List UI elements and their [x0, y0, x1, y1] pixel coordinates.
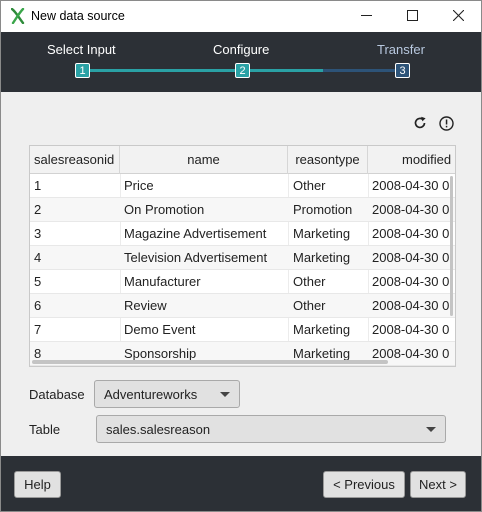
step-number-1: 1 — [75, 63, 90, 78]
cell-salesreasonid: 3 — [34, 226, 42, 241]
cell-modified: 2008-04-30 0 — [372, 202, 450, 217]
cell-salesreasonid: 5 — [34, 274, 42, 289]
cell-name: On Promotion — [124, 202, 205, 217]
cell-name: Manufacturer — [124, 274, 201, 289]
close-icon — [452, 9, 464, 24]
cell-modified: 2008-04-30 0 — [372, 322, 450, 337]
cell-name: Television Advertisement — [124, 250, 268, 265]
title-bar: New data source — [1, 1, 481, 32]
cell-reasontype: Other — [293, 178, 326, 193]
info-icon[interactable] — [438, 115, 454, 131]
step-label-select-input: Select Input — [47, 42, 116, 57]
wizard-steps: Select Input Configure Transfer 1 2 3 — [1, 32, 481, 92]
x-logo-icon — [10, 7, 25, 25]
chevron-down-icon — [426, 427, 436, 432]
cell-modified: 2008-04-30 0 — [372, 298, 450, 313]
cell-name: Demo Event — [124, 322, 196, 337]
close-button[interactable] — [435, 1, 481, 32]
cell-reasontype: Promotion — [293, 202, 353, 217]
previous-button[interactable]: < Previous — [323, 471, 405, 498]
step-number-2: 2 — [235, 63, 250, 78]
table-select-value: sales.salesreason — [106, 422, 211, 437]
column-header-name[interactable]: name — [120, 146, 288, 174]
table-row[interactable]: 4 Television Advertisement Marketing 200… — [30, 246, 455, 270]
refresh-icon[interactable] — [412, 115, 428, 131]
step-number-3: 3 — [395, 63, 410, 78]
cell-salesreasonid: 7 — [34, 322, 42, 337]
maximize-button[interactable] — [389, 1, 435, 32]
column-header-salesreasonid[interactable]: salesreasonid — [30, 146, 120, 174]
cell-salesreasonid: 4 — [34, 250, 42, 265]
cell-salesreasonid: 6 — [34, 298, 42, 313]
minimize-button[interactable] — [343, 1, 389, 32]
step-track-3 — [323, 69, 395, 72]
column-header-modified[interactable]: modified — [368, 146, 455, 174]
table-row[interactable]: 1 Price Other 2008-04-30 0 — [30, 174, 455, 198]
table-label: Table — [29, 422, 61, 437]
cell-name: Review — [124, 298, 167, 313]
horizontal-scrollbar[interactable] — [32, 360, 388, 364]
table-body: 1 Price Other 2008-04-30 0 2 On Promotio… — [30, 174, 455, 366]
database-select-value: Adventureworks — [104, 387, 198, 402]
minimize-icon — [360, 9, 372, 24]
step-label-transfer: Transfer — [377, 42, 425, 57]
cell-reasontype: Other — [293, 298, 326, 313]
cell-reasontype: Marketing — [293, 226, 351, 241]
next-button[interactable]: Next > — [410, 471, 466, 498]
table-row[interactable]: 6 Review Other 2008-04-30 0 — [30, 294, 455, 318]
step-track-2 — [249, 69, 323, 72]
cell-reasontype: Marketing — [293, 322, 351, 337]
step-label-configure: Configure — [213, 42, 270, 57]
dialog-footer: Help < Previous Next > — [1, 456, 481, 511]
cell-reasontype: Other — [293, 274, 326, 289]
help-button[interactable]: Help — [14, 471, 61, 498]
database-select[interactable]: Adventureworks — [94, 380, 240, 408]
cell-name: Price — [124, 178, 154, 193]
maximize-icon — [406, 9, 418, 24]
window-title: New data source — [31, 9, 125, 23]
column-header-reasontype[interactable]: reasontype — [288, 146, 368, 174]
table-row[interactable]: 3 Magazine Advertisement Marketing 2008-… — [30, 222, 455, 246]
dialog-window: New data source Select Input Configure T… — [0, 0, 482, 512]
table-header: salesreasonid name reasontype modified — [30, 146, 455, 174]
table-row[interactable]: 2 On Promotion Promotion 2008-04-30 0 — [30, 198, 455, 222]
cell-reasontype: Marketing — [293, 250, 351, 265]
table-row[interactable]: 7 Demo Event Marketing 2008-04-30 0 — [30, 318, 455, 342]
cell-salesreasonid: 2 — [34, 202, 42, 217]
data-preview-table[interactable]: salesreasonid name reasontype modified 1… — [29, 145, 456, 367]
cell-modified: 2008-04-30 0 — [372, 250, 450, 265]
cell-modified: 2008-04-30 0 — [372, 274, 450, 289]
cell-modified: 2008-04-30 0 — [372, 226, 450, 241]
table-select[interactable]: sales.salesreason — [96, 415, 446, 443]
chevron-down-icon — [220, 392, 230, 397]
step-track-1 — [89, 69, 235, 72]
cell-name: Magazine Advertisement — [124, 226, 267, 241]
cell-salesreasonid: 1 — [34, 178, 42, 193]
database-label: Database — [29, 387, 85, 402]
vertical-scrollbar[interactable] — [450, 176, 453, 316]
configure-panel: salesreasonid name reasontype modified 1… — [9, 95, 473, 453]
table-row[interactable]: 5 Manufacturer Other 2008-04-30 0 — [30, 270, 455, 294]
cell-modified: 2008-04-30 0 — [372, 178, 450, 193]
